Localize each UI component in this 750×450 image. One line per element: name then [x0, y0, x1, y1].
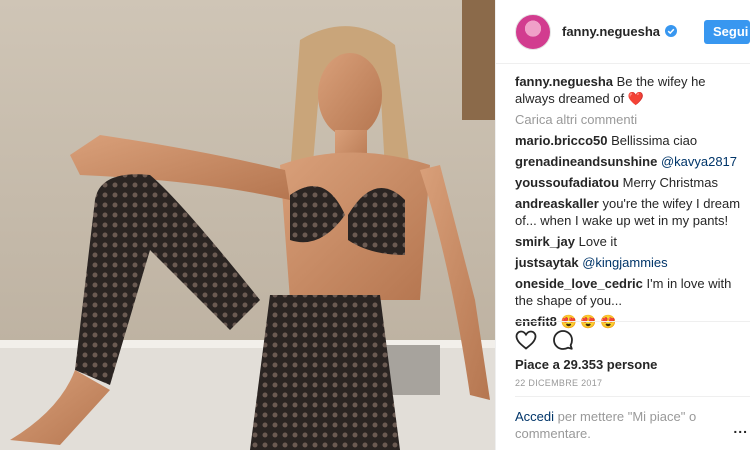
heart-outline-icon[interactable]: [515, 330, 537, 350]
comment-text: Merry Christmas: [622, 175, 718, 190]
post-sidebar: fanny.neguesha Segui fanny.neguesha Be t…: [495, 0, 750, 450]
comment-item: justsaytak @kingjammies: [515, 254, 742, 271]
comment-item: smirk_jay Love it: [515, 233, 742, 250]
heart-emoji: ❤️: [627, 91, 644, 106]
post-photo[interactable]: [0, 0, 495, 450]
comment-username[interactable]: youssoufadiatou: [515, 175, 619, 190]
verified-badge-icon: [665, 25, 678, 37]
comment-mention-link[interactable]: @kavya2817: [661, 154, 737, 169]
comment-item: mario.bricco50 Bellissima ciao: [515, 132, 742, 149]
login-link[interactable]: Accedi: [515, 409, 554, 424]
divider: [515, 396, 750, 397]
comment-item: oneside_love_cedric I'm in love with the…: [515, 275, 742, 309]
post-date: 22 DICEMBRE 2017: [515, 378, 603, 388]
divider: [515, 321, 750, 322]
comment-username[interactable]: oneside_love_cedric: [515, 276, 643, 291]
comment-mention-link[interactable]: @kingjammies: [582, 255, 667, 270]
comment-text: Love it: [578, 234, 617, 249]
comment-item: grenadineandsunshine @kavya2817: [515, 153, 742, 170]
comment-text: Bellissima ciao: [611, 133, 698, 148]
post-actions: [515, 330, 573, 350]
comment-username[interactable]: andreaskaller: [515, 196, 599, 211]
login-prompt: Accedi per mettere "Mi piace" o commenta…: [515, 408, 720, 442]
likes-count[interactable]: Piace a 29.353 persone: [515, 357, 657, 372]
comment-item: andreaskaller you're the wifey I dream o…: [515, 195, 742, 229]
comment-username[interactable]: justsaytak: [515, 255, 579, 270]
more-options-icon[interactable]: ...: [733, 420, 748, 436]
caption-username[interactable]: fanny.neguesha: [515, 74, 613, 89]
follow-button[interactable]: Segui: [704, 19, 750, 44]
post-caption: fanny.neguesha Be the wifey he always dr…: [515, 73, 742, 107]
comment-username[interactable]: grenadineandsunshine: [515, 154, 657, 169]
comment-bubble-icon[interactable]: [553, 330, 573, 350]
photo-image: [0, 0, 495, 450]
post-author-username[interactable]: fanny.neguesha: [562, 24, 678, 39]
comment-username[interactable]: smirk_jay: [515, 234, 575, 249]
post-header: fanny.neguesha Segui: [496, 0, 750, 64]
avatar[interactable]: [515, 13, 551, 50]
comment-item: youssoufadiatou Merry Christmas: [515, 174, 742, 191]
comment-username[interactable]: mario.bricco50: [515, 133, 608, 148]
load-more-comments-link[interactable]: Carica altri commenti: [515, 111, 742, 128]
comment-list: fanny.neguesha Be the wifey he always dr…: [496, 64, 750, 330]
